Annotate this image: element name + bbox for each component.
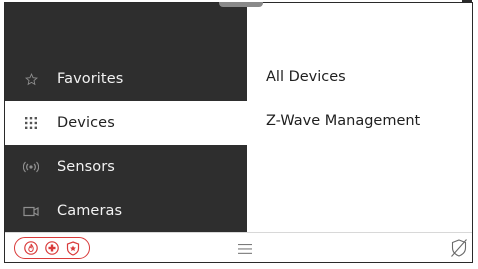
menu-icon[interactable]	[238, 241, 252, 255]
medical-icon[interactable]	[45, 241, 59, 255]
police-icon[interactable]	[66, 240, 80, 256]
app-window: Favorites Devices Sensors Cameras All De…	[4, 2, 473, 263]
sidebar-item-label: Favorites	[57, 71, 124, 87]
sidebar-item-label: Devices	[57, 115, 115, 131]
sidebar-item-cameras[interactable]: Cameras	[5, 189, 247, 233]
no-ai-icon[interactable]	[450, 238, 468, 258]
menu-item-all-devices[interactable]: All Devices	[266, 69, 346, 85]
sidebar-item-label: Cameras	[57, 203, 123, 219]
sidebar: Favorites Devices Sensors Cameras	[5, 3, 247, 232]
sensor-icon	[5, 161, 57, 173]
sidebar-item-label: Sensors	[57, 159, 115, 175]
emergency-panel[interactable]	[14, 237, 90, 259]
bottom-bar	[5, 232, 472, 262]
star-icon	[5, 72, 57, 86]
sidebar-item-sensors[interactable]: Sensors	[5, 145, 247, 189]
menu-item-zwave-management[interactable]: Z-Wave Management	[266, 113, 420, 129]
sidebar-item-favorites[interactable]: Favorites	[5, 57, 247, 101]
fire-icon[interactable]	[24, 241, 39, 255]
main-content: All Devices Z-Wave Management	[247, 3, 472, 232]
sidebar-item-devices[interactable]: Devices	[5, 101, 247, 145]
grid-icon	[5, 117, 57, 129]
top-handle[interactable]	[219, 2, 263, 7]
camera-icon	[5, 206, 57, 217]
